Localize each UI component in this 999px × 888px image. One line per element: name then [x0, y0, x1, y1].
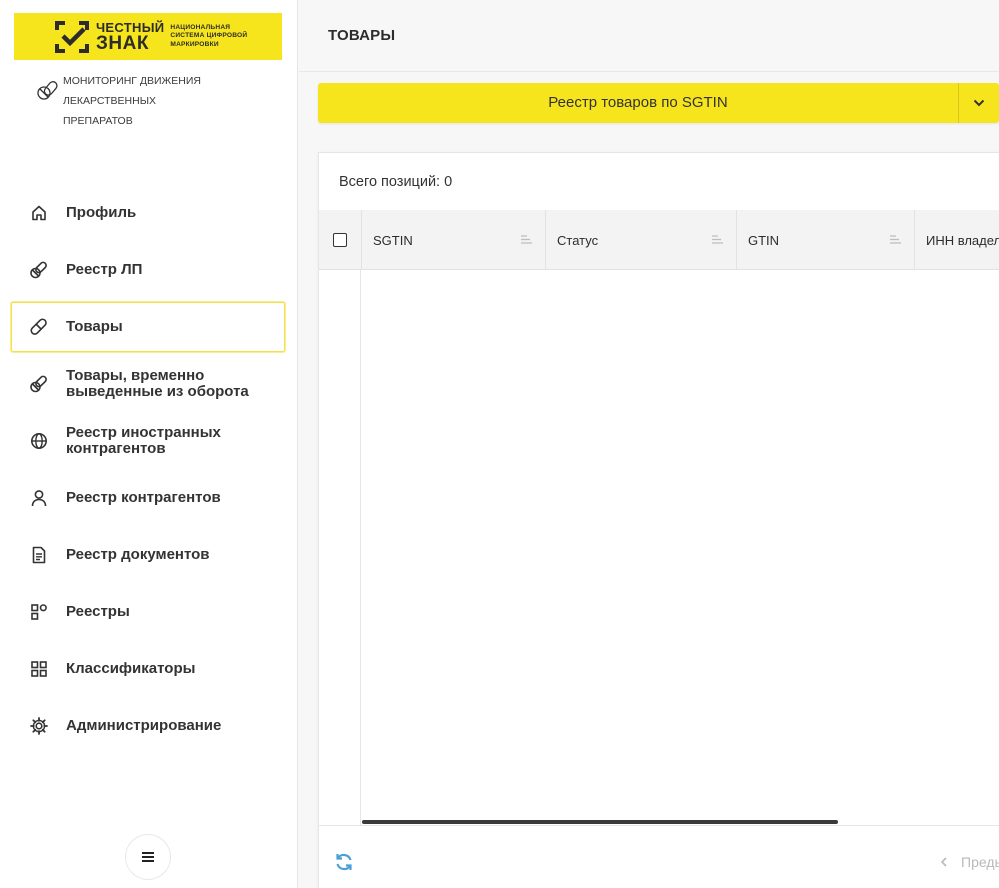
user-icon	[29, 488, 49, 508]
refresh-icon[interactable]	[334, 852, 354, 872]
horizontal-scrollbar[interactable]	[362, 820, 838, 824]
nav-label-registries: Реестры	[66, 603, 130, 620]
registries-icon	[29, 602, 49, 622]
column-header-sgtin[interactable]: SGTIN	[362, 210, 546, 270]
sort-icon[interactable]	[712, 235, 723, 244]
page-header: ТОВАРЫ	[299, 0, 999, 72]
globe-icon	[29, 431, 49, 451]
select-all-cell	[319, 210, 362, 270]
nav-item-goods[interactable]: Товары	[11, 302, 285, 352]
pills-icon	[29, 374, 49, 394]
collapse-menu-button[interactable]	[125, 834, 171, 880]
pills-logo-icon	[37, 81, 58, 100]
nav-label-administration: Администрирование	[66, 717, 222, 734]
grid-icon	[29, 659, 49, 679]
hamburger-icon	[142, 852, 154, 862]
brand-subtitle: НАЦИОНАЛЬНАЯ СИСТЕМА ЦИФРОВОЙ МАРКИРОВКИ	[170, 24, 247, 49]
nav-label-classifiers: Классификаторы	[66, 660, 196, 677]
column-label-sgtin: SGTIN	[373, 232, 413, 248]
capsule-icon	[29, 317, 49, 337]
nav-label-documents: Реестр документов	[66, 546, 210, 563]
registry-select[interactable]: Реестр товаров по SGTIN	[318, 83, 999, 123]
table-footer: Преды	[319, 825, 999, 888]
column-label-gtin: GTIN	[748, 232, 780, 248]
home-icon	[29, 203, 49, 223]
registry-select-value: Реестр товаров по SGTIN	[548, 94, 728, 111]
table-body	[319, 270, 999, 825]
pills-icon	[29, 260, 49, 280]
gear-icon	[29, 716, 49, 736]
brand-sub3: МАРКИРОВКИ	[170, 40, 219, 48]
brand-line1: ЧЕСТНЫЙ	[96, 19, 165, 35]
nav-item-registries[interactable]: Реестры	[11, 587, 285, 637]
select-all-checkbox[interactable]	[333, 233, 347, 247]
total-count: Всего позиций: 0	[339, 174, 453, 190]
nav-label-goods: Товары	[66, 318, 123, 335]
nav-item-documents[interactable]: Реестр документов	[11, 530, 285, 580]
column-header-gtin[interactable]: GTIN	[737, 210, 915, 270]
nav-item-classifiers[interactable]: Классификаторы	[11, 644, 285, 694]
column-header-status[interactable]: Статус	[546, 210, 737, 270]
brand-name: ЧЕСТНЫЙ ЗНАК	[96, 21, 164, 53]
goods-table-card: Всего позиций: 0 SGTIN Статус GTIN ИНН в…	[318, 152, 999, 888]
nav-item-profile[interactable]: Профиль	[11, 188, 285, 238]
nav-label-drug-registry: Реестр ЛП	[66, 261, 143, 278]
chevron-down-icon	[973, 99, 985, 107]
document-icon	[29, 545, 49, 565]
nav-label-profile: Профиль	[66, 204, 137, 221]
sort-icon[interactable]	[890, 235, 901, 244]
nav-item-withdrawn-goods[interactable]: Товары, временно выведенные из оборота	[11, 359, 285, 409]
chevron-left-icon	[941, 857, 947, 867]
product-line1: МОНИТОРИНГ ДВИЖЕНИЯ ЛЕКАРСТВЕННЫХ	[63, 75, 201, 107]
brand-logo[interactable]: ЧЕСТНЫЙ ЗНАК НАЦИОНАЛЬНАЯ СИСТЕМА ЦИФРОВ…	[14, 13, 282, 60]
registry-dropdown-toggle[interactable]	[959, 83, 999, 123]
nav-item-administration[interactable]: Администрирование	[11, 701, 285, 751]
pager-prev-button[interactable]: Преды	[941, 854, 999, 870]
nav-label-withdrawn-goods: Товары, временно выведенные из оборота	[66, 367, 249, 400]
nav-label-counterparties: Реестр контрагентов	[66, 489, 221, 506]
column-label-status: Статус	[557, 232, 599, 248]
brand-line2: ЗНАК	[96, 32, 149, 54]
pager-prev-label: Преды	[961, 854, 999, 870]
nav-item-drug-registry[interactable]: Реестр ЛП	[11, 245, 285, 295]
product-line2: ПРЕПАРАТОВ	[63, 115, 133, 127]
checkbox-column	[319, 270, 361, 825]
nav-label-foreign-counterparties: Реестр иностранных контрагентов	[66, 424, 221, 457]
sidebar: ЧЕСТНЫЙ ЗНАК НАЦИОНАЛЬНАЯ СИСТЕМА ЦИФРОВ…	[0, 0, 298, 888]
check-mark-logo-icon	[55, 20, 89, 53]
brand-sub2: СИСТЕМА ЦИФРОВОЙ	[170, 32, 248, 40]
table-header: SGTIN Статус GTIN ИНН владел	[319, 210, 999, 270]
nav-item-foreign-counterparties[interactable]: Реестр иностранных контрагентов	[11, 416, 285, 466]
page-title: ТОВАРЫ	[328, 27, 396, 44]
nav-item-counterparties[interactable]: Реестр контрагентов	[11, 473, 285, 523]
product-name: МОНИТОРИНГ ДВИЖЕНИЯ ЛЕКАРСТВЕННЫХ ПРЕПАР…	[36, 71, 286, 131]
column-label-owner-inn: ИНН владел	[926, 232, 999, 248]
sort-icon[interactable]	[521, 235, 532, 244]
column-header-owner-inn[interactable]: ИНН владел	[915, 210, 999, 270]
